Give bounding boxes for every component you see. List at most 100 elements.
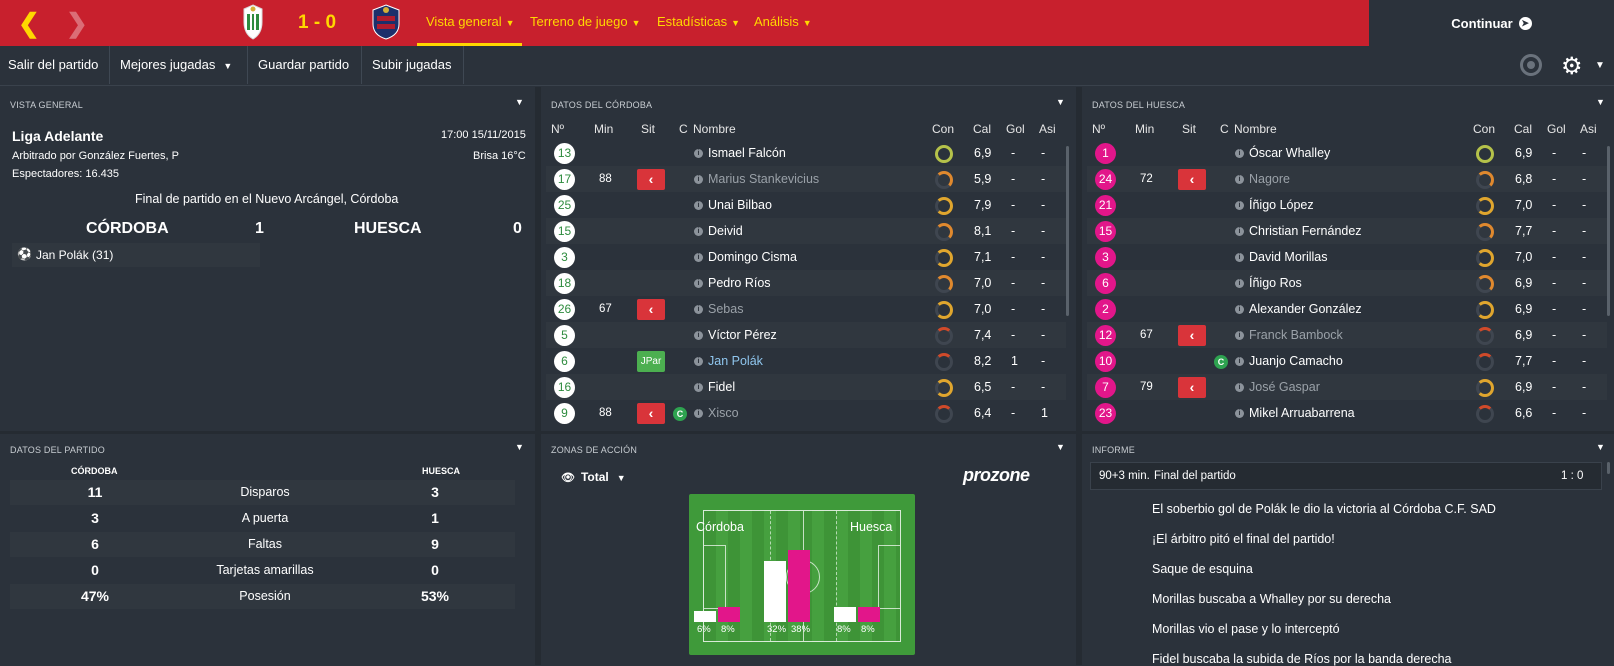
- column-header-gol[interactable]: Gol: [1006, 122, 1025, 136]
- info-icon[interactable]: i: [1235, 149, 1244, 158]
- info-icon[interactable]: i: [694, 331, 703, 340]
- player-name[interactable]: José Gaspar: [1249, 380, 1320, 394]
- player-asi: -: [1041, 250, 1046, 264]
- away-goals: 0: [513, 220, 522, 237]
- scrollbar[interactable]: [1607, 462, 1610, 474]
- info-icon[interactable]: i: [694, 357, 703, 366]
- player-name[interactable]: Domingo Cisma: [708, 250, 797, 264]
- player-asi: -: [1582, 354, 1587, 368]
- info-icon[interactable]: i: [694, 149, 703, 158]
- player-name[interactable]: Víctor Pérez: [708, 328, 777, 342]
- column-header-name[interactable]: Nombre: [1234, 122, 1277, 136]
- column-header-min[interactable]: Min: [594, 122, 613, 136]
- player-name[interactable]: Fidel: [708, 380, 735, 394]
- info-icon[interactable]: i: [694, 409, 703, 418]
- substituted-icon[interactable]: ‹: [1178, 377, 1206, 398]
- player-name[interactable]: Mikel Arruabarrena: [1249, 406, 1355, 420]
- column-header-asi[interactable]: Asi: [1580, 122, 1597, 136]
- chevron-down-icon[interactable]: ▼: [1056, 442, 1065, 452]
- player-name[interactable]: Pedro Ríos: [708, 276, 771, 290]
- record-icon[interactable]: [1520, 54, 1542, 76]
- player-name[interactable]: Óscar Whalley: [1249, 146, 1330, 160]
- info-icon[interactable]: i: [694, 383, 703, 392]
- away-zone-label: 38%: [791, 624, 811, 635]
- player-name[interactable]: David Morillas: [1249, 250, 1328, 264]
- info-icon[interactable]: i: [1235, 253, 1244, 262]
- info-icon[interactable]: i: [1235, 305, 1244, 314]
- exit-match-button[interactable]: Salir del partido: [0, 46, 110, 84]
- info-icon[interactable]: i: [1235, 279, 1244, 288]
- player-name[interactable]: Unai Bilbao: [708, 198, 772, 212]
- chevron-down-icon[interactable]: ▼: [1596, 97, 1605, 107]
- column-header-con[interactable]: Con: [1473, 122, 1495, 136]
- save-match-button[interactable]: Guardar partido: [250, 46, 362, 84]
- chevron-down-icon[interactable]: ▼: [1595, 60, 1605, 71]
- tab-vista-general[interactable]: Vista general ▼: [426, 14, 515, 29]
- player-name[interactable]: Nagore: [1249, 172, 1290, 186]
- tab-estadisticas[interactable]: Estadísticas ▼: [657, 14, 740, 29]
- tab-analisis[interactable]: Análisis ▼: [754, 14, 812, 29]
- chevron-down-icon[interactable]: ▼: [515, 442, 524, 452]
- condition-icon: [1476, 249, 1494, 267]
- forward-arrow-icon[interactable]: ❯: [66, 8, 88, 39]
- info-icon[interactable]: i: [1235, 201, 1244, 210]
- info-icon[interactable]: i: [1235, 175, 1244, 184]
- gear-icon[interactable]: ⚙: [1561, 52, 1583, 81]
- scrollbar[interactable]: [1607, 146, 1610, 316]
- player-name[interactable]: Marius Stankevicius: [708, 172, 819, 186]
- tab-terreno-de-juego[interactable]: Terreno de juego ▼: [530, 14, 641, 29]
- column-header-sit[interactable]: Sit: [641, 122, 655, 136]
- continue-button[interactable]: Continuar ➤: [1369, 0, 1614, 46]
- info-icon[interactable]: i: [1235, 357, 1244, 366]
- player-name[interactable]: Alexander González: [1249, 302, 1362, 316]
- player-name[interactable]: Franck Bambock: [1249, 328, 1343, 342]
- info-icon[interactable]: i: [1235, 409, 1244, 418]
- substituted-icon[interactable]: ‹: [637, 299, 665, 320]
- column-header-sit[interactable]: Sit: [1182, 122, 1196, 136]
- player-name[interactable]: Íñigo López: [1249, 198, 1314, 212]
- column-header-cal[interactable]: Cal: [1514, 122, 1532, 136]
- column-header-num[interactable]: Nº: [551, 122, 564, 136]
- highlights-dropdown[interactable]: Mejores jugadas ▼: [112, 46, 248, 84]
- substituted-icon[interactable]: ‹: [1178, 169, 1206, 190]
- substituted-icon[interactable]: ‹: [637, 169, 665, 190]
- info-icon[interactable]: i: [694, 227, 703, 236]
- player-name[interactable]: Xisco: [708, 406, 739, 420]
- column-header-asi[interactable]: Asi: [1039, 122, 1056, 136]
- column-header-cal[interactable]: Cal: [973, 122, 991, 136]
- zone-filter-dropdown[interactable]: 👁 Total ▼: [561, 470, 626, 484]
- player-name[interactable]: Christian Fernández: [1249, 224, 1362, 238]
- player-name[interactable]: Íñigo Ros: [1249, 276, 1302, 290]
- chevron-down-icon[interactable]: ▼: [1596, 442, 1605, 452]
- column-header-name[interactable]: Nombre: [693, 122, 736, 136]
- substituted-icon[interactable]: ‹: [1178, 325, 1206, 346]
- back-arrow-icon[interactable]: ❮: [18, 8, 40, 39]
- chevron-down-icon[interactable]: ▼: [1056, 97, 1065, 107]
- scrollbar[interactable]: [1066, 146, 1069, 316]
- info-icon[interactable]: i: [1235, 227, 1244, 236]
- upload-highlights-button[interactable]: Subir jugadas: [364, 46, 464, 84]
- stat-home-value: 11: [87, 484, 103, 500]
- chevron-down-icon[interactable]: ▼: [515, 97, 524, 107]
- player-name[interactable]: Jan Polák: [708, 354, 763, 368]
- condition-icon: [935, 327, 953, 345]
- player-name[interactable]: Sebas: [708, 302, 743, 316]
- column-header-num[interactable]: Nº: [1092, 122, 1105, 136]
- info-icon[interactable]: i: [694, 175, 703, 184]
- info-icon[interactable]: i: [1235, 383, 1244, 392]
- player-name[interactable]: Ismael Falcón: [708, 146, 786, 160]
- info-icon[interactable]: i: [694, 201, 703, 210]
- player-gol: -: [1552, 276, 1557, 290]
- substituted-icon[interactable]: ‹: [637, 403, 665, 424]
- player-name[interactable]: Juanjo Camacho: [1249, 354, 1343, 368]
- player-name[interactable]: Deivid: [708, 224, 743, 238]
- column-header-c[interactable]: C: [679, 122, 688, 136]
- info-icon[interactable]: i: [694, 305, 703, 314]
- info-icon[interactable]: i: [694, 253, 703, 262]
- column-header-c[interactable]: C: [1220, 122, 1229, 136]
- info-icon[interactable]: i: [1235, 331, 1244, 340]
- column-header-gol[interactable]: Gol: [1547, 122, 1566, 136]
- info-icon[interactable]: i: [694, 279, 703, 288]
- column-header-min[interactable]: Min: [1135, 122, 1154, 136]
- column-header-con[interactable]: Con: [932, 122, 954, 136]
